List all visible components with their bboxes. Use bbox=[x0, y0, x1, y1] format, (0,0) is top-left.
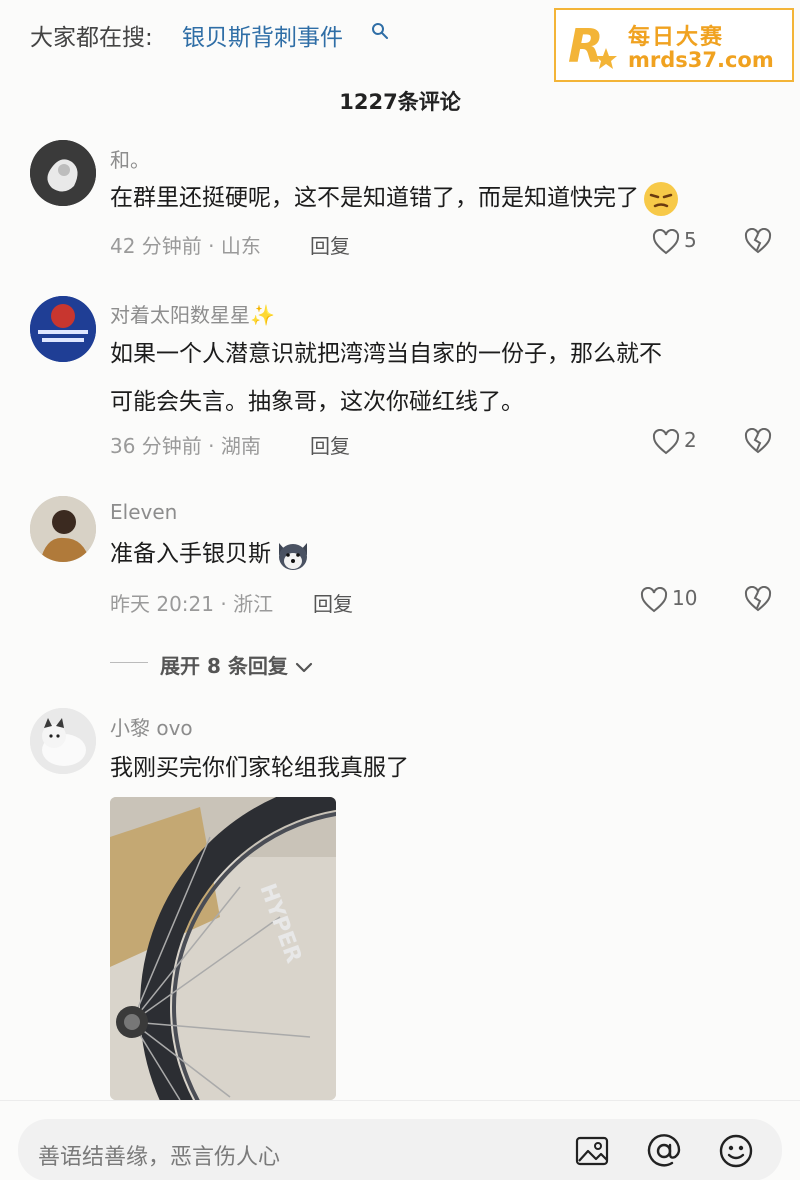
comment-time-location: 昨天 20:21 · 浙江 bbox=[110, 592, 274, 616]
like-count: 2 bbox=[684, 428, 697, 452]
comment-time-location: 36 分钟前 · 湖南 bbox=[110, 434, 261, 458]
avatar[interactable] bbox=[30, 496, 96, 562]
like-button[interactable]: 10 bbox=[640, 586, 697, 613]
trending-search-prefix: 大家都在搜: bbox=[30, 25, 153, 51]
avatar[interactable] bbox=[30, 140, 96, 206]
comment-time-location: 42 分钟前 · 山东 bbox=[110, 234, 261, 258]
comment-text: 准备入手银贝斯 bbox=[110, 530, 780, 578]
heart-icon bbox=[652, 428, 680, 454]
heart-icon bbox=[640, 586, 668, 612]
watermark-title: 每日大赛 bbox=[628, 25, 725, 50]
comment-input[interactable]: 善语结善缘，恶言伤人心 bbox=[18, 1119, 782, 1180]
avatar[interactable] bbox=[30, 708, 96, 774]
emoji-icon[interactable] bbox=[718, 1133, 754, 1169]
comment-username[interactable]: Eleven bbox=[110, 500, 177, 524]
chevron-down-icon bbox=[295, 662, 312, 672]
like-count: 5 bbox=[684, 228, 697, 252]
comment-username[interactable]: 小黎 ovo bbox=[110, 712, 193, 741]
dislike-button[interactable] bbox=[744, 227, 772, 258]
comment-username[interactable]: 和。 bbox=[110, 144, 150, 173]
dislike-button[interactable] bbox=[744, 585, 772, 616]
like-count: 10 bbox=[672, 586, 698, 610]
watermark-url: mrds37.com bbox=[628, 48, 774, 72]
mention-icon[interactable] bbox=[646, 1133, 682, 1169]
watermark-logo-icon: R bbox=[568, 19, 617, 73]
comment-text: 我刚买完你们家轮组我真服了 bbox=[110, 755, 409, 781]
svg-text:R: R bbox=[568, 19, 603, 73]
input-placeholder: 善语结善缘，恶言伤人心 bbox=[38, 1145, 281, 1170]
comment-input-bar: 善语结善缘，恶言伤人心 bbox=[0, 1100, 800, 1180]
like-button[interactable]: 2 bbox=[652, 428, 697, 455]
comment-username[interactable]: 对着太阳数星星✨ bbox=[110, 299, 275, 328]
comment-photo[interactable]: HYPER bbox=[110, 797, 336, 1100]
husky-emoji-icon bbox=[279, 542, 307, 570]
broken-heart-icon bbox=[744, 227, 772, 254]
reply-button[interactable]: 回复 bbox=[310, 430, 350, 459]
search-icon[interactable] bbox=[371, 22, 389, 40]
watermark: R 每日大赛 mrds37.com bbox=[554, 8, 794, 82]
avatar[interactable] bbox=[30, 296, 96, 362]
dislike-button[interactable] bbox=[744, 427, 772, 458]
broken-heart-icon bbox=[744, 427, 772, 454]
expand-replies-button[interactable]: 展开 8 条回复 bbox=[160, 650, 313, 679]
reply-button[interactable]: 回复 bbox=[310, 230, 350, 259]
trending-search-link[interactable]: 银贝斯背刺事件 bbox=[182, 18, 343, 52]
heart-icon bbox=[652, 228, 680, 254]
image-icon[interactable] bbox=[574, 1133, 610, 1169]
comment-text-line1: 如果一个人潜意识就把湾湾当自家的一份子，那么就不 bbox=[110, 341, 662, 367]
like-button[interactable]: 5 bbox=[652, 228, 697, 255]
smirk-emoji-icon bbox=[644, 181, 678, 216]
comment-text: 在群里还挺硬呢，这不是知道错了，而是知道快完了 bbox=[110, 174, 780, 222]
reply-button[interactable]: 回复 bbox=[313, 588, 353, 617]
comment-text-line2: 可能会失言。抽象哥，这次你碰红线了。 bbox=[110, 389, 524, 415]
expand-divider bbox=[110, 662, 148, 663]
comments-title: 1227条评论 bbox=[339, 90, 461, 114]
broken-heart-icon bbox=[744, 585, 772, 612]
